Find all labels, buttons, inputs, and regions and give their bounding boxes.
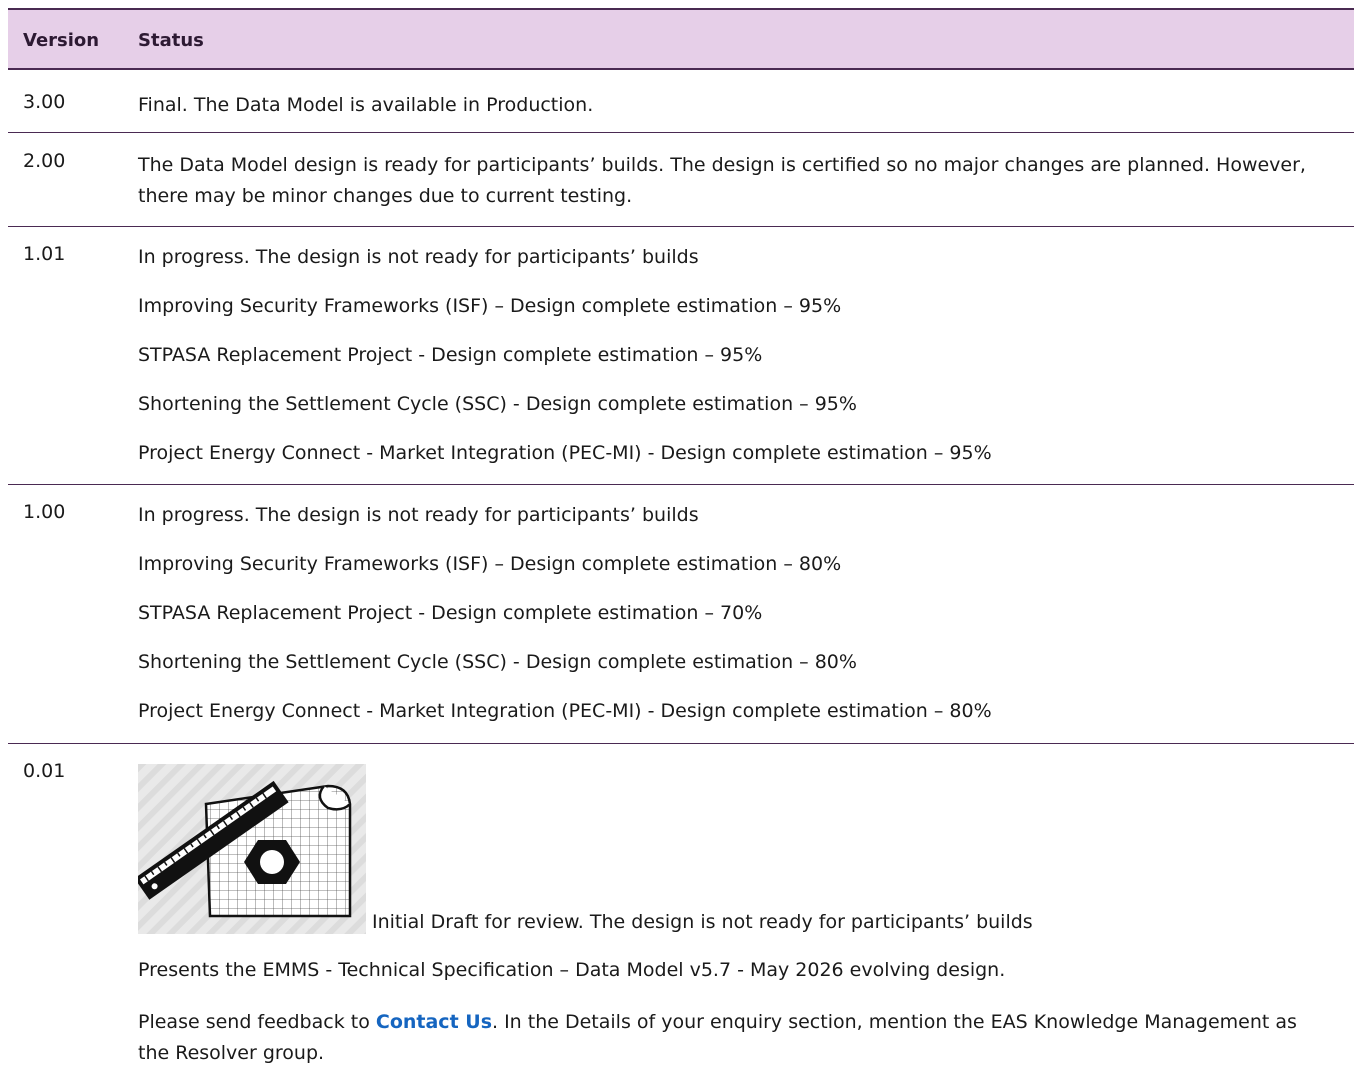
version-history-table: Version Status 3.00 Final. The Data Mode…: [8, 8, 1354, 1074]
table-row: 1.00 In progress. The design is not read…: [8, 485, 1354, 744]
draft-status-text: Initial Draft for review. The design is …: [372, 911, 1033, 933]
status-line: Shortening the Settlement Cycle (SSC) - …: [138, 393, 857, 415]
table-row: 1.01 In progress. The design is not read…: [8, 227, 1354, 485]
version-cell: 0.01: [23, 760, 66, 782]
status-line: Project Energy Connect - Market Integrat…: [138, 700, 992, 722]
status-cell: In progress. The design is not ready for…: [138, 501, 1334, 746]
table-row: 2.00 The Data Model design is ready for …: [8, 133, 1354, 227]
status-line: Final. The Data Model is available in Pr…: [138, 94, 594, 116]
status-line: In progress. The design is not ready for…: [138, 504, 699, 526]
version-cell: 1.01: [23, 243, 66, 265]
status-line: Improving Security Frameworks (ISF) – De…: [138, 295, 842, 317]
feedback-prefix: Please send feedback to: [138, 1011, 376, 1033]
draft-line: Initial Draft for review. The design is …: [138, 756, 1334, 934]
status-line: In progress. The design is not ready for…: [138, 246, 699, 268]
status-cell: Final. The Data Model is available in Pr…: [138, 91, 1334, 120]
header-status: Status: [138, 30, 204, 51]
table-row: 0.01 Initial Draft for review. The desig…: [8, 744, 1354, 1074]
status-cell: The Data Model design is ready for parti…: [138, 150, 1334, 212]
status-line: STPASA Replacement Project - Design comp…: [138, 344, 763, 366]
ruler-grid-nut-icon: [138, 764, 366, 934]
version-cell: 1.00: [23, 501, 66, 523]
table-row: 3.00 Final. The Data Model is available …: [8, 70, 1354, 133]
status-line: STPASA Replacement Project - Design comp…: [138, 602, 763, 624]
presents-text: Presents the EMMS - Technical Specificat…: [138, 959, 1006, 981]
status-cell: In progress. The design is not ready for…: [138, 243, 1334, 488]
status-cell: Initial Draft for review. The design is …: [138, 756, 1334, 1069]
version-cell: 3.00: [23, 91, 66, 113]
version-cell: 2.00: [23, 150, 66, 172]
header-version: Version: [23, 30, 100, 51]
contact-us-link[interactable]: Contact Us: [376, 1011, 492, 1033]
table-header: Version Status: [8, 8, 1354, 70]
status-line: The Data Model design is ready for parti…: [138, 154, 1306, 207]
status-line: Shortening the Settlement Cycle (SSC) - …: [138, 651, 857, 673]
feedback-text: Please send feedback to Contact Us. In t…: [138, 1007, 1334, 1069]
status-line: Project Energy Connect - Market Integrat…: [138, 442, 992, 464]
status-line: Improving Security Frameworks (ISF) – De…: [138, 553, 842, 575]
